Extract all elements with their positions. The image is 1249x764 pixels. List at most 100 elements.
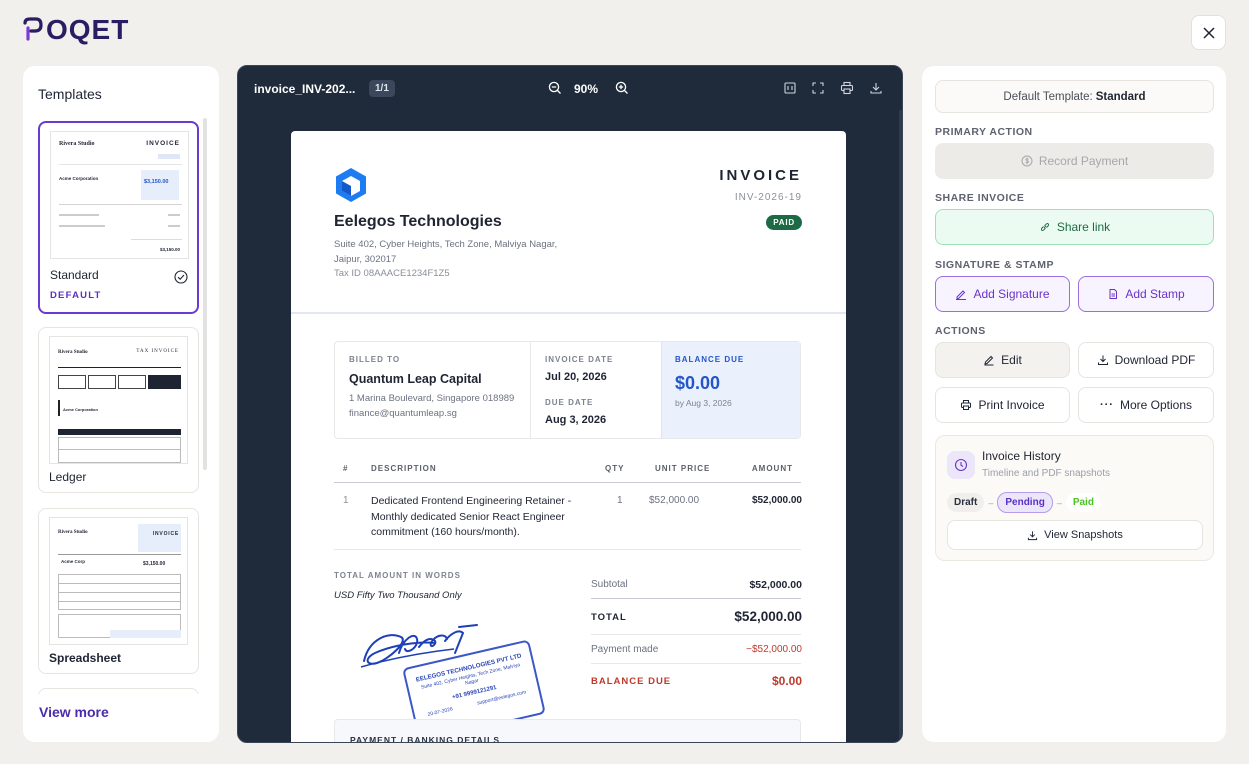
add-stamp-button[interactable]: Add Stamp — [1078, 276, 1214, 312]
client-name: Quantum Leap Capital — [349, 372, 482, 386]
fit-page-icon[interactable] — [783, 81, 797, 95]
template-card-ledger[interactable]: Rivera Studio TAX INVOICE Acme Corporati… — [38, 327, 199, 493]
close-icon — [1202, 26, 1215, 39]
print-icon[interactable] — [840, 81, 854, 95]
default-badge: DEFAULT — [50, 290, 102, 301]
signature-icon — [956, 290, 967, 300]
template-thumbnail-standard: Rivera Studio INVOICE Acme Corporation $… — [50, 131, 189, 259]
fullscreen-icon[interactable] — [811, 81, 825, 95]
actions-label: ACTIONS — [935, 325, 986, 337]
view-more-link[interactable]: View more — [39, 704, 109, 720]
print-invoice-button[interactable]: Print Invoice — [935, 387, 1070, 423]
template-name: Standard — [50, 268, 99, 282]
page-indicator: 1/1 — [369, 80, 395, 97]
subtotal-value: $52,000.00 — [749, 579, 802, 591]
invoice-date-label: INVOICE DATE — [545, 355, 614, 364]
billed-to-label: BILLED TO — [349, 355, 401, 364]
payment-made-label: Payment made — [591, 644, 659, 655]
invoice-title: INVOICE — [719, 167, 802, 184]
actions-panel: Default Template: Standard PRIMARY ACTION… — [922, 66, 1226, 742]
primary-action-label: PRIMARY ACTION — [935, 126, 1033, 138]
download-icon — [1028, 530, 1038, 540]
balance-value: $0.00 — [771, 674, 802, 688]
share-invoice-label: SHARE INVOICE — [935, 192, 1025, 204]
templates-panel: Templates Rivera Studio INVOICE Acme Cor… — [23, 66, 219, 742]
dollar-circle-icon — [1021, 155, 1033, 167]
stamp-icon — [1109, 289, 1118, 299]
line-item-unit-price: $52,000.00 — [649, 495, 700, 506]
client-address: 1 Marina Boulevard, Singapore 018989 — [349, 393, 515, 404]
viewer-toolbar: invoice_INV-202... 1/1 90% — [238, 66, 902, 112]
selected-check-icon — [174, 270, 188, 284]
company-address: Suite 402, Cyber Heights, Tech Zone, Mal… — [334, 239, 558, 265]
pencil-icon — [984, 355, 994, 366]
col-description: DESCRIPTION — [371, 464, 437, 473]
template-name: Ledger — [49, 470, 87, 484]
balance-due-by: by Aug 3, 2026 — [675, 398, 732, 408]
app-logo: OQET — [22, 14, 129, 46]
company-logo-icon — [336, 168, 366, 202]
company-name: Eelegos Technologies — [334, 213, 502, 230]
amount-words-label: TOTAL AMOUNT IN WORDS — [334, 571, 461, 580]
invoice-date: Jul 20, 2026 — [545, 371, 607, 383]
col-amount: AMOUNT — [751, 464, 793, 473]
history-title: Invoice History — [982, 449, 1061, 463]
subtotal-label: Subtotal — [591, 579, 628, 590]
invoice-history-card: Invoice History Timeline and PDF snapsho… — [935, 435, 1214, 561]
col-num: # — [343, 464, 349, 473]
total-label: TOTAL — [591, 612, 627, 623]
history-icon — [947, 451, 975, 479]
download-icon — [1097, 355, 1108, 365]
logo-wordmark: OQET — [46, 14, 130, 45]
due-date: Aug 3, 2026 — [545, 414, 607, 426]
zoom-level: 90% — [574, 82, 599, 96]
header-divider — [291, 312, 846, 314]
template-thumbnail-ledger: Rivera Studio TAX INVOICE Acme Corporati… — [49, 336, 188, 464]
due-date-label: DUE DATE — [545, 398, 594, 407]
ellipsis-icon: ··· — [1099, 399, 1114, 411]
close-button[interactable] — [1191, 15, 1226, 50]
printer-icon — [961, 400, 972, 410]
file-name: invoice_INV-202... — [254, 82, 356, 96]
balance-label: BALANCE DUE — [591, 676, 672, 687]
edit-button[interactable]: Edit — [935, 342, 1070, 378]
invoice-page: INVOICE INV-2026-19 PAID Eelegos Technol… — [291, 131, 846, 742]
logo-mark-icon — [23, 17, 43, 41]
add-signature-button[interactable]: Add Signature — [935, 276, 1070, 312]
template-card-spreadsheet[interactable]: Rivera Studio INVOICE Acme Corp $3,150.0… — [38, 508, 199, 674]
col-qty: QTY — [605, 464, 625, 473]
zoom-in-icon[interactable] — [615, 81, 629, 95]
invoice-info-box: BILLED TO Quantum Leap Capital 1 Marina … — [334, 341, 801, 439]
view-snapshots-button[interactable]: View Snapshots — [947, 520, 1203, 550]
more-options-button[interactable]: ··· More Options — [1078, 387, 1214, 423]
template-card-standard[interactable]: Rivera Studio INVOICE Acme Corporation $… — [38, 121, 199, 314]
history-subtitle: Timeline and PDF snapshots — [982, 468, 1111, 479]
zoom-out-icon[interactable] — [548, 81, 562, 95]
signature-stamp-label: SIGNATURE & STAMP — [935, 259, 1054, 271]
download-pdf-button[interactable]: Download PDF — [1078, 342, 1214, 378]
payment-details-box: PAYMENT / BANKING DETAILS — [334, 719, 801, 742]
download-icon[interactable] — [869, 81, 883, 95]
record-payment-button[interactable]: Record Payment — [935, 143, 1214, 179]
share-link-button[interactable]: Share link — [935, 209, 1214, 245]
default-template-indicator: Default Template: Standard — [935, 80, 1214, 113]
status-timeline: Draft – Pending – Paid — [947, 492, 1101, 513]
tax-id: Tax ID 08AAACE1234F1Z5 — [334, 268, 450, 279]
line-item-amount: $52,000.00 — [751, 495, 802, 506]
client-email: finance@quantumleap.sg — [349, 408, 457, 419]
total-value: $52,000.00 — [734, 609, 802, 624]
balance-due-amount: $0.00 — [675, 373, 721, 393]
line-item-description: Dedicated Frontend Engineering Retainer … — [371, 495, 572, 538]
templates-scrollbar[interactable] — [203, 118, 207, 470]
template-thumbnail-spreadsheet: Rivera Studio INVOICE Acme Corp $3,150.0… — [49, 517, 188, 645]
timeline-paid: Paid — [1065, 493, 1101, 512]
viewer-scrollbar[interactable] — [899, 110, 902, 740]
payment-made-value: −$52,000.00 — [746, 644, 802, 655]
templates-heading: Templates — [38, 86, 102, 102]
invoice-number: INV-2026-19 — [734, 192, 802, 203]
timeline-pending: Pending — [997, 492, 1053, 513]
status-badge: PAID — [766, 215, 802, 230]
balance-due-label: BALANCE DUE — [675, 355, 745, 364]
line-item-num: 1 — [343, 495, 349, 506]
amount-in-words: USD Fifty Two Thousand Only — [334, 590, 462, 601]
